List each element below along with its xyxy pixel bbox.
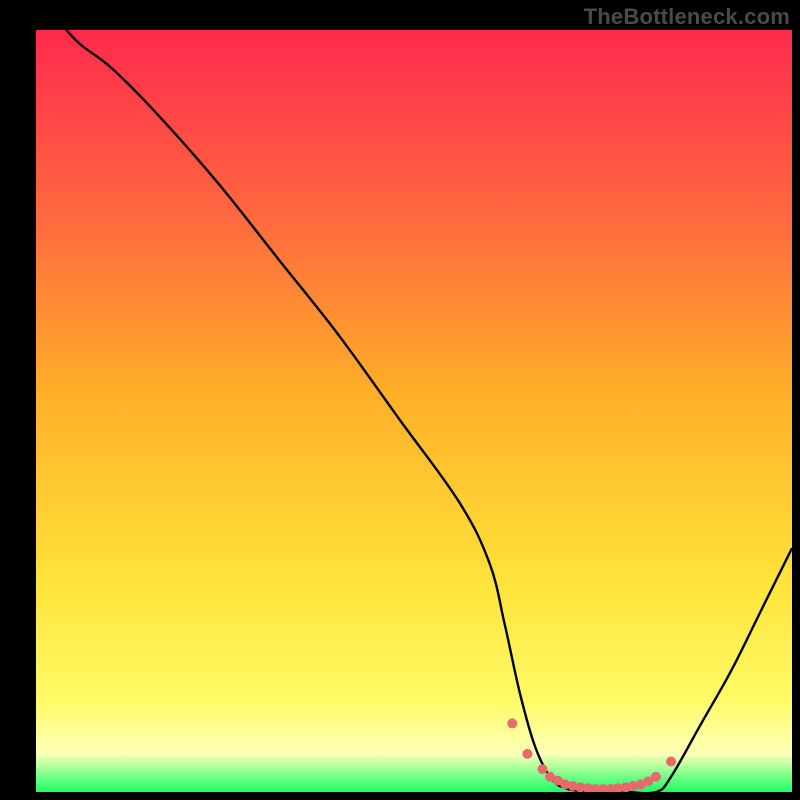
- chart-canvas: [0, 0, 800, 800]
- valley-dot: [538, 764, 548, 774]
- valley-dot: [651, 772, 661, 782]
- chart-frame: { "watermark": "TheBottleneck.com", "col…: [0, 0, 800, 800]
- valley-dot: [666, 757, 676, 767]
- valley-dot: [522, 749, 532, 759]
- valley-dot: [507, 718, 517, 728]
- plot-gradient-background: [36, 30, 792, 792]
